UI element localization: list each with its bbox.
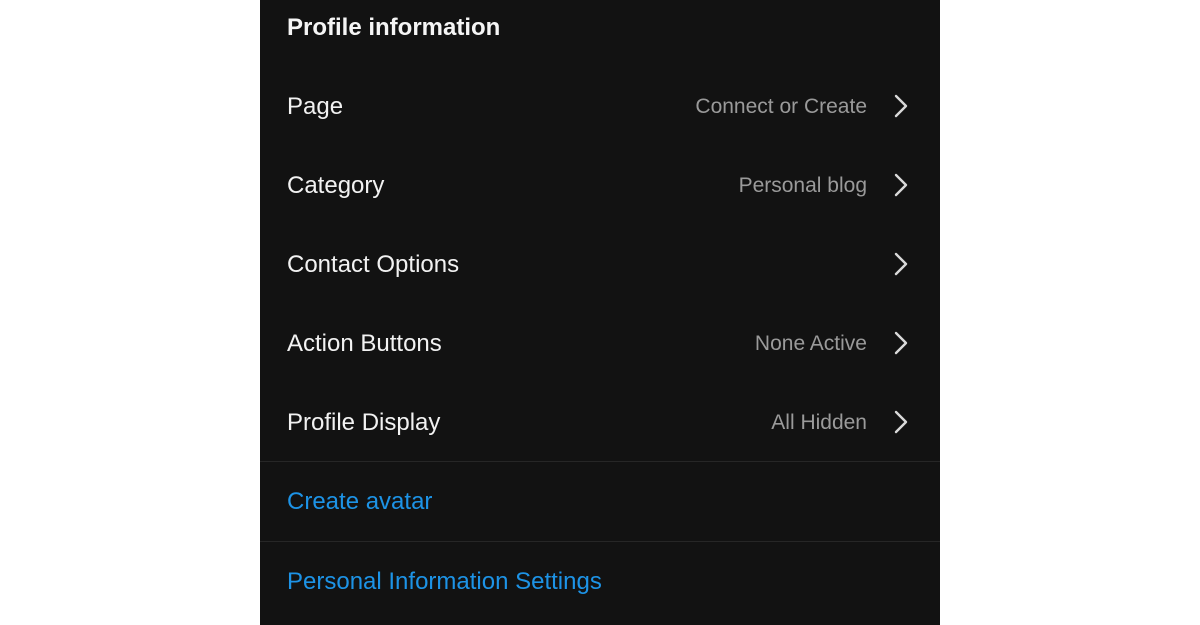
row-category[interactable]: Category Personal blog	[260, 146, 940, 225]
create-avatar-link[interactable]: Create avatar	[287, 462, 432, 541]
row-profile-display[interactable]: Profile Display All Hidden	[260, 383, 940, 462]
row-value: Connect or Create	[695, 95, 867, 118]
row-contact-options[interactable]: Contact Options	[260, 225, 940, 304]
profile-settings-panel: Profile information Page Connect or Crea…	[260, 0, 940, 625]
chevron-right-icon	[894, 252, 908, 276]
row-label: Action Buttons	[287, 330, 442, 357]
row-label: Contact Options	[287, 251, 460, 278]
chevron-right-icon	[894, 173, 908, 197]
create-avatar-row[interactable]: Create avatar	[260, 462, 940, 541]
personal-information-settings-link[interactable]: Personal Information Settings	[287, 542, 602, 621]
row-label: Profile Display	[287, 409, 441, 436]
section-title: Profile information	[287, 14, 501, 41]
chevron-right-icon	[894, 410, 908, 434]
personal-information-settings-row[interactable]: Personal Information Settings	[260, 542, 940, 621]
row-label: Page	[287, 93, 344, 120]
row-value: All Hidden	[771, 411, 867, 434]
row-label: Category	[287, 172, 385, 199]
chevron-right-icon	[894, 94, 908, 118]
row-value: None Active	[754, 332, 867, 355]
chevron-right-icon	[894, 331, 908, 355]
row-action-buttons[interactable]: Action Buttons None Active	[260, 304, 940, 383]
row-page[interactable]: Page Connect or Create	[260, 67, 940, 146]
row-value: Personal blog	[738, 174, 867, 197]
